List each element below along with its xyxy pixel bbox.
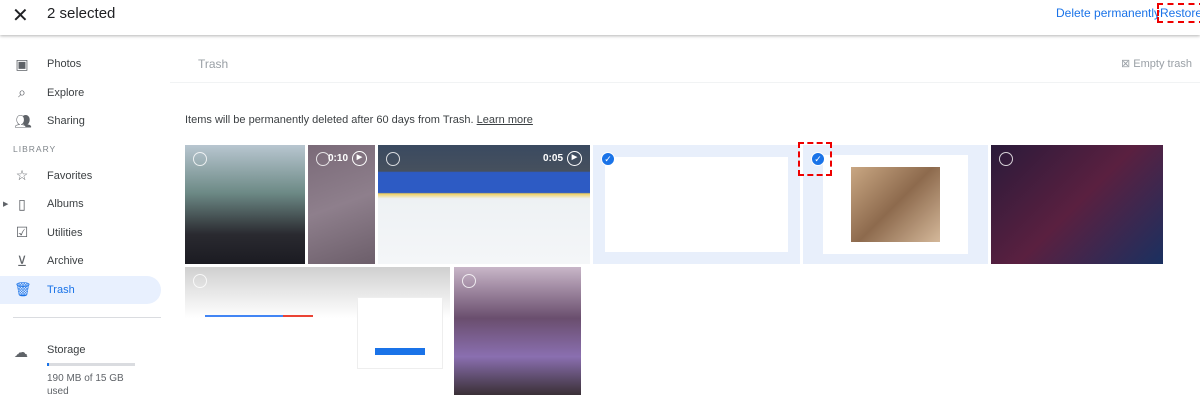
sidebar-item-explore[interactable]: ⌕ Explore (0, 79, 161, 108)
select-checkbox[interactable] (999, 152, 1013, 166)
select-checkbox[interactable] (193, 274, 207, 288)
star-icon: ☆ (15, 167, 29, 184)
screenshot-thumbnail-selected[interactable]: ✓ (593, 145, 800, 264)
screenshot-thumbnail[interactable] (991, 145, 1163, 264)
select-checkbox[interactable] (386, 152, 400, 166)
video-duration: 0:10 (327, 153, 348, 164)
select-checkbox[interactable] (193, 152, 207, 166)
divider (13, 317, 161, 318)
learn-more-link[interactable]: Learn more (477, 114, 533, 126)
trash-icon: ⊠ (1121, 58, 1134, 70)
highlight-box (798, 142, 832, 176)
search-icon: ⌕ (18, 84, 26, 101)
close-icon[interactable]: ✕ (12, 3, 29, 28)
top-bar: ✕ 2 selected Delete permanently Restore (0, 0, 1200, 35)
sidebar-item-sharing[interactable]: 👥︎ Sharing (0, 107, 161, 136)
restore-button[interactable]: Restore (1157, 3, 1200, 23)
page-title: Trash (198, 57, 229, 71)
sidebar: ▣ Photos ⌕ Explore 👥︎ Sharing LIBRARY ☆ Favo… (0, 50, 170, 318)
storage-bar-fill (47, 363, 49, 366)
play-icon: ▶ (352, 151, 367, 166)
library-header: LIBRARY (13, 143, 57, 154)
photo-thumbnail[interactable] (185, 145, 305, 264)
divider (170, 82, 1200, 83)
empty-trash-button[interactable]: ⊠ Empty trash (1121, 57, 1192, 70)
sidebar-item-archive[interactable]: ⊻ Archive (0, 247, 161, 276)
select-checkbox[interactable] (462, 274, 476, 288)
sidebar-item-utilities[interactable]: ☑ Utilities (0, 219, 161, 248)
screenshot-thumbnail[interactable] (185, 267, 450, 395)
selected-checkmark-icon[interactable]: ✓ (601, 152, 615, 166)
people-icon: 👥︎ (14, 112, 32, 129)
video-thumbnail[interactable]: 0:10 ▶ (308, 145, 375, 264)
play-icon: ▶ (567, 151, 582, 166)
trash-notice: Items will be permanently deleted after … (185, 114, 533, 126)
sidebar-item-favorites[interactable]: ☆ Favorites (0, 162, 161, 191)
photo-thumbnail[interactable] (454, 267, 581, 395)
sidebar-item-photos[interactable]: ▣ Photos (0, 50, 161, 79)
selected-count: 2 selected (47, 5, 116, 22)
video-duration: 0:05 (542, 153, 563, 164)
trash-icon: 🗑︎ (14, 281, 32, 298)
archive-icon: ⊻ (16, 252, 28, 269)
photo-icon: ▣ (15, 55, 29, 72)
sidebar-item-trash[interactable]: 🗑︎ Trash (0, 275, 161, 304)
sidebar-item-albums[interactable]: ▶ ▯ Albums (0, 190, 161, 219)
video-thumbnail[interactable]: 0:05 ▶ (378, 145, 590, 264)
cloud-icon: ☁︎ (14, 344, 28, 360)
storage-bar (47, 363, 135, 366)
storage-usage: 190 MB of 15 GB used (47, 373, 124, 397)
utilities-icon: ☑ (15, 224, 29, 241)
delete-permanently-button[interactable]: Delete permanently (1056, 6, 1160, 20)
album-icon: ▯ (18, 195, 26, 212)
expand-caret-icon[interactable]: ▶ (3, 200, 8, 208)
